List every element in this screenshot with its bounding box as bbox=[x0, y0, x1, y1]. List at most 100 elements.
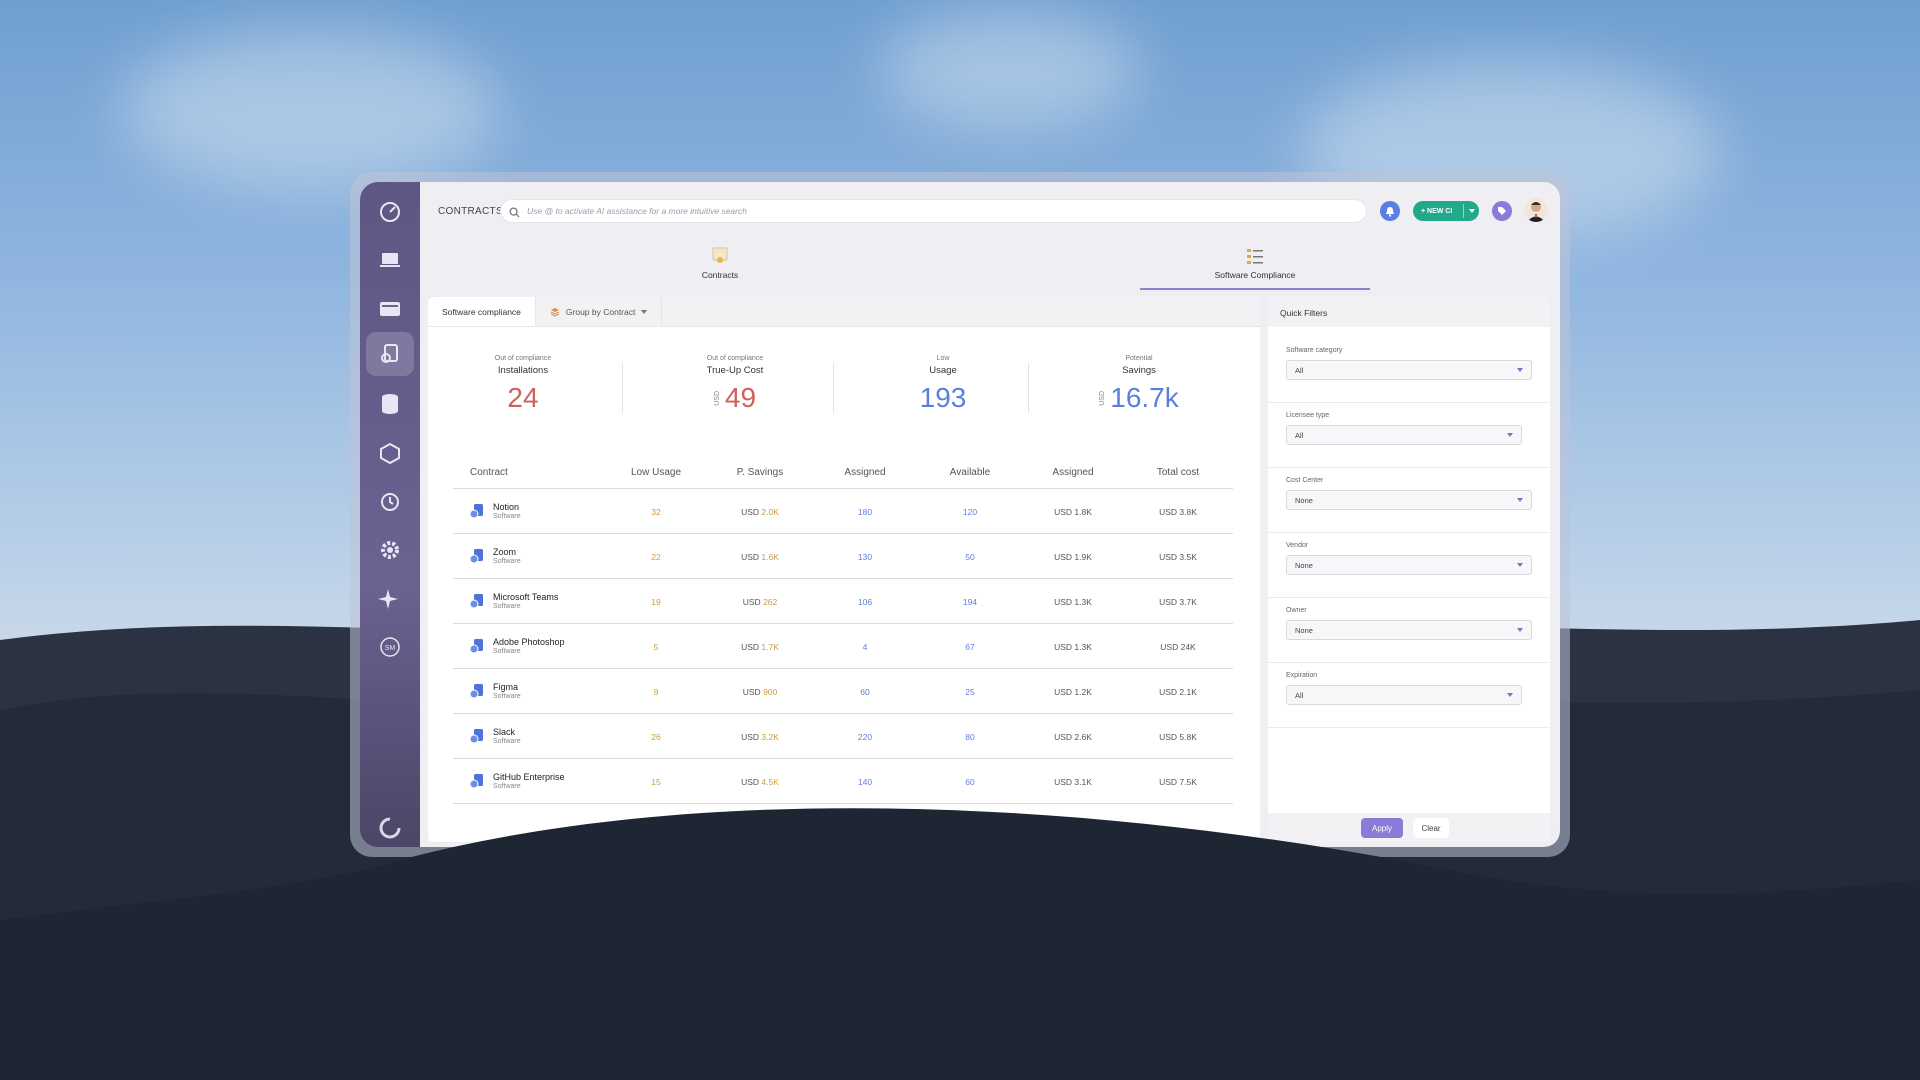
contract-name-cell[interactable]: Notion Software bbox=[493, 502, 521, 520]
column-header[interactable]: P. Savings bbox=[715, 467, 805, 478]
table-row[interactable]: Adobe Photoshop Software 5 USD 1.7K 4 67 USD 1… bbox=[453, 624, 1233, 669]
chevron-down-icon bbox=[1517, 368, 1523, 372]
table-row[interactable]: Notion Software 32 USD 2.0K 180 120 USD 1.8K US… bbox=[453, 489, 1233, 534]
cell-savings: USD 1.6K bbox=[715, 552, 805, 562]
cell-value: 2.0K bbox=[761, 507, 779, 517]
cell-total: USD 3.8K bbox=[1133, 507, 1223, 517]
cell-value: 67 bbox=[965, 642, 975, 652]
chevron-down-icon bbox=[1507, 693, 1513, 697]
cell-assigned-cost: USD 1.3K bbox=[1028, 642, 1118, 652]
column-header[interactable]: Assigned bbox=[820, 467, 910, 478]
breadcrumb[interactable]: CONTRACTS bbox=[438, 206, 503, 217]
contract-name-cell[interactable]: Figma Software bbox=[493, 682, 521, 700]
cell-total: USD 3.5K bbox=[1133, 552, 1223, 562]
cell-value: 60 bbox=[860, 687, 870, 697]
currency-label: USD bbox=[741, 552, 760, 562]
contract-name-cell[interactable]: Adobe Photoshop Software bbox=[493, 637, 565, 655]
cell-value: 106 bbox=[857, 597, 873, 607]
column-header[interactable]: Low Usage bbox=[611, 467, 701, 478]
filter-select[interactable]: All bbox=[1286, 425, 1522, 445]
search-placeholder: Use @ to activate AI assistance for a mo… bbox=[527, 206, 747, 216]
group-by-dropdown[interactable]: Group by Contract bbox=[536, 297, 663, 326]
database-icon[interactable] bbox=[376, 390, 404, 418]
cell-value: 25 bbox=[965, 687, 975, 697]
kpi-caption: Potential bbox=[1125, 355, 1153, 362]
cell-savings: USD 2.0K bbox=[715, 507, 805, 517]
history-icon[interactable] bbox=[376, 488, 404, 516]
kpi-value: 16.7k bbox=[1110, 382, 1179, 413]
currency-label: USD bbox=[1159, 552, 1178, 562]
tab-software-compliance[interactable]: Software Compliance bbox=[1205, 246, 1305, 280]
contracts-icon[interactable] bbox=[376, 340, 404, 368]
filter-value: None bbox=[1295, 561, 1313, 570]
package-icon[interactable] bbox=[376, 439, 404, 467]
contract-type: Software bbox=[493, 603, 521, 610]
column-header[interactable]: Total cost bbox=[1133, 467, 1223, 478]
cell-value: 3.2K bbox=[761, 732, 779, 742]
cell-value: 120 bbox=[962, 507, 978, 517]
bell-icon[interactable] bbox=[1380, 201, 1400, 221]
settings-icon[interactable] bbox=[376, 536, 404, 564]
sparkle-icon[interactable] bbox=[376, 585, 404, 613]
contract-name-cell[interactable]: Zoom Software bbox=[493, 547, 521, 565]
filter-select[interactable]: None bbox=[1286, 620, 1532, 640]
column-header[interactable]: Assigned bbox=[1028, 467, 1118, 478]
table-row[interactable]: GitHub Enterprise Software 15 USD 4.5K 140 60… bbox=[453, 759, 1233, 804]
avatar[interactable] bbox=[1524, 198, 1548, 222]
contract-name: Zoom bbox=[493, 547, 517, 557]
kpi-usage: Low Usage 193 bbox=[848, 355, 1038, 414]
cell-low: 19 bbox=[611, 597, 701, 607]
column-header[interactable]: Available bbox=[925, 467, 1015, 478]
cell-low: 15 bbox=[611, 777, 701, 787]
group-by-label: Group by Contract bbox=[565, 306, 636, 317]
kpi-value: 24 bbox=[507, 382, 539, 413]
sm-icon[interactable]: SM bbox=[376, 633, 404, 661]
cell-assigned-cost: USD 1.2K bbox=[1028, 687, 1118, 697]
kpi-label: Usage bbox=[929, 365, 957, 376]
filter-label: Vendor bbox=[1286, 542, 1309, 549]
table-row[interactable]: Figma Software 9 USD 900 60 25 USD 1.2K USD 2.1… bbox=[453, 669, 1233, 714]
foreground-dune bbox=[0, 808, 1920, 1080]
new-ci-button[interactable]: + NEW CI bbox=[1413, 201, 1479, 221]
contract-doc-icon bbox=[469, 549, 483, 564]
quick-filters-title: Quick Filters bbox=[1268, 297, 1550, 327]
cell-value: 3.7K bbox=[1179, 597, 1197, 607]
contract-name-cell[interactable]: Microsoft Teams Software bbox=[493, 592, 558, 610]
table-row[interactable]: Slack Software 26 USD 3.2K 220 80 USD 2.6K USD … bbox=[453, 714, 1233, 759]
table-body: Notion Software 32 USD 2.0K 180 120 USD 1.8K US… bbox=[453, 489, 1233, 804]
filter-select[interactable]: All bbox=[1286, 360, 1532, 380]
search-input[interactable]: Use @ to activate AI assistance for a mo… bbox=[500, 199, 1367, 223]
cell-low: 22 bbox=[611, 552, 701, 562]
laptop-icon[interactable] bbox=[376, 246, 404, 274]
chevron-down-icon[interactable] bbox=[1463, 204, 1479, 218]
filter-label: Expiration bbox=[1286, 672, 1318, 679]
server-icon[interactable] bbox=[376, 295, 404, 323]
currency-label: USD bbox=[741, 732, 760, 742]
subtab-software-compliance[interactable]: Software compliance bbox=[428, 297, 536, 326]
table-row[interactable]: Microsoft Teams Software 19 USD 262 106 194 US… bbox=[453, 579, 1233, 624]
dashboard-icon[interactable] bbox=[376, 198, 404, 226]
cell-value: 900 bbox=[763, 687, 778, 697]
contract-name-cell[interactable]: Slack Software bbox=[493, 727, 521, 745]
filter-group: Licensee type All bbox=[1286, 412, 1532, 445]
kpi-installations: Out of compliance Installations 24 bbox=[428, 355, 618, 414]
table-row[interactable]: Zoom Software 22 USD 1.6K 130 50 USD 1.9K USD 3… bbox=[453, 534, 1233, 579]
kpi-currency: USD bbox=[1099, 390, 1107, 406]
list-icon bbox=[1247, 249, 1263, 264]
kpi-caption: Out of compliance bbox=[706, 355, 764, 362]
cell-available: 25 bbox=[925, 687, 1015, 697]
cell-assigned: 106 bbox=[820, 597, 910, 607]
kpi-label: Installations bbox=[497, 365, 549, 376]
chevron-down-icon bbox=[1517, 563, 1523, 567]
column-header[interactable]: Contract bbox=[470, 467, 508, 478]
cell-assigned-cost: USD 1.8K bbox=[1028, 507, 1118, 517]
cell-value: 9 bbox=[653, 687, 659, 697]
filter-group: Cost Center None bbox=[1286, 477, 1532, 510]
filter-select[interactable]: All bbox=[1286, 685, 1522, 705]
filter-select[interactable]: None bbox=[1286, 555, 1532, 575]
contract-name: Adobe Photoshop bbox=[493, 637, 565, 647]
contract-name-cell[interactable]: GitHub Enterprise Software bbox=[493, 772, 565, 790]
filter-select[interactable]: None bbox=[1286, 490, 1532, 510]
tag-icon[interactable] bbox=[1492, 201, 1512, 221]
tab-contracts[interactable]: Contracts bbox=[670, 246, 770, 280]
